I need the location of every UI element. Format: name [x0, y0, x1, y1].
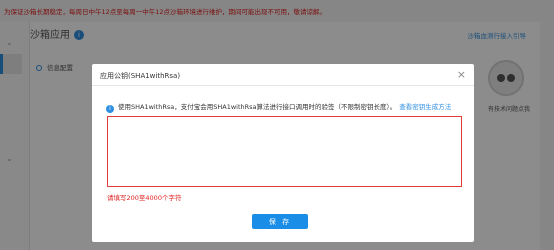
key-generation-link[interactable]: 查看密钥生成方法	[399, 103, 451, 111]
public-key-dialog: 应用公钥(SHA1withRsa) × i 使用SHA1withRsa，支付宝会用…	[92, 64, 474, 242]
validation-error: 请填写200至4000个字符	[107, 194, 182, 202]
save-button[interactable]: 保 存	[252, 214, 308, 229]
tip-text: 使用SHA1withRsa，支付宝会用SHA1withRsa算法进行接口调用时的…	[118, 103, 397, 111]
dialog-title: 应用公钥(SHA1withRsa)	[100, 72, 181, 80]
public-key-textarea[interactable]	[107, 116, 462, 187]
info-icon: i	[106, 105, 114, 113]
dialog-header: 应用公钥(SHA1withRsa) ×	[92, 64, 474, 86]
tip-row: i 使用SHA1withRsa，支付宝会用SHA1withRsa算法进行接口调用时…	[106, 101, 451, 113]
close-icon[interactable]: ×	[457, 68, 466, 81]
